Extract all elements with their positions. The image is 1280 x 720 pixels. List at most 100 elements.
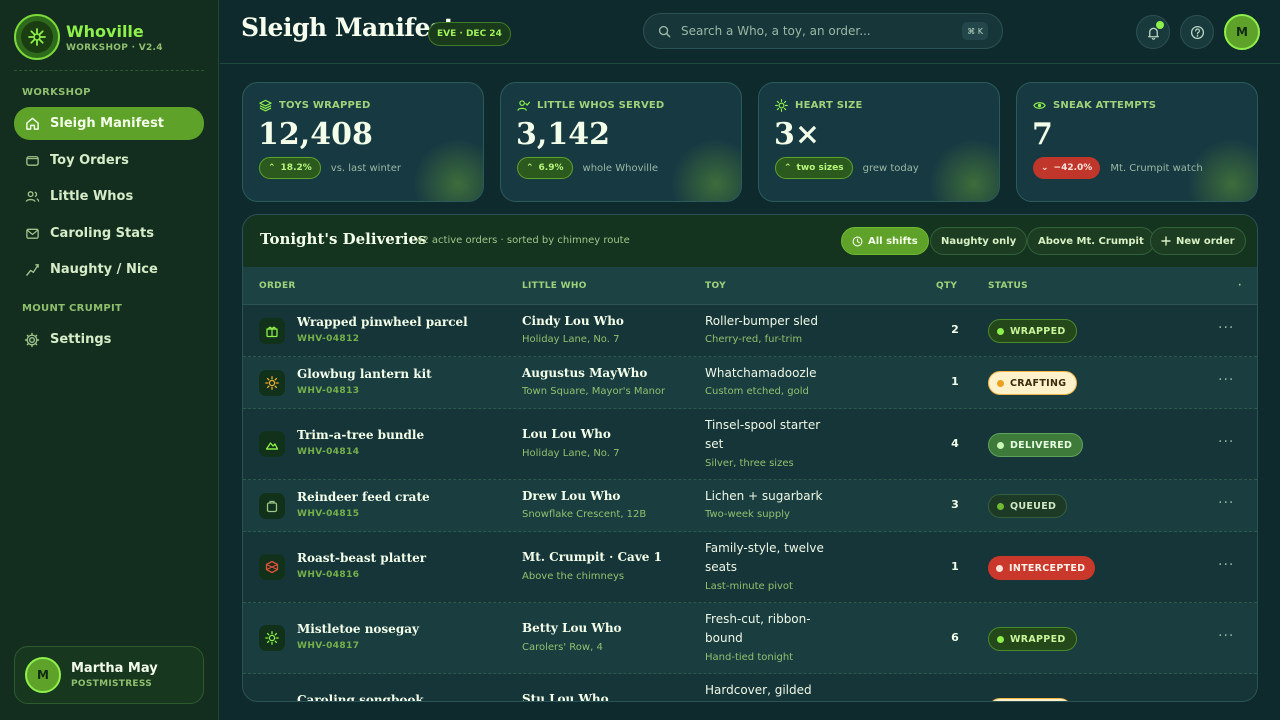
layers-icon [259, 99, 272, 112]
stat-delta: ⌄ −42.0% [1033, 157, 1101, 179]
sidebar-divider [14, 70, 204, 71]
table-row[interactable]: Mistletoe nosegay WHV-04817 Betty Lou Wh… [243, 603, 1257, 674]
table-row[interactable]: Wrapped pinwheel parcel WHV-04812 Cindy … [243, 305, 1257, 357]
plus-icon [1161, 236, 1171, 246]
sidebar-item-toy-orders[interactable]: Toy Orders [14, 144, 204, 177]
row-more-icon[interactable]: ··· [1218, 628, 1234, 644]
brand[interactable]: Whoville WORKSHOP · V2.4 [14, 14, 163, 60]
toy-note: Last-minute pivot [705, 581, 793, 592]
sidebar-item-sleigh-manifest[interactable]: Sleigh Manifest [14, 107, 204, 140]
sidebar-item-caroling-stats[interactable]: Caroling Stats [14, 217, 204, 250]
row-more-icon[interactable]: ··· [1218, 372, 1234, 388]
sidebar-item-little-whos[interactable]: Little Whos [14, 180, 204, 213]
filter-above-mt-crumpit[interactable]: Above Mt. Crumpit [1027, 227, 1155, 255]
status-badge: CRAFTING [988, 371, 1078, 395]
order-id: WHV-04814 [297, 447, 360, 457]
crate-icon [259, 493, 285, 519]
header-avatar[interactable]: M [1224, 14, 1260, 50]
who-name: Cindy Lou Who [522, 314, 624, 328]
column-header-little-who[interactable]: LITTLE WHO [522, 281, 587, 291]
notifications-button[interactable] [1136, 15, 1170, 49]
status-badge: QUEUED [988, 494, 1068, 518]
stat-card-heart-size: HEART SIZE 3× ⌃ two sizes grew today [758, 82, 1000, 202]
table-row[interactable]: Caroling songbook Stu Lou Who Hardcover,… [243, 674, 1257, 702]
quantity: 1 [951, 560, 959, 573]
stat-card-toys-wrapped: TOYS WRAPPED 12,408 ⌃ 18.2% vs. last wint… [242, 82, 484, 202]
section-label-mount-crumpit: MOUNT CRUMPIT [22, 303, 123, 314]
quantity: 1 [951, 375, 959, 388]
toy-note: Cherry-red, fur-trim [705, 334, 803, 345]
who-address: Carolers' Row, 4 [522, 642, 603, 653]
stat-value: 3× [774, 117, 821, 152]
stat-delta: ⌃ 6.9% [517, 157, 573, 179]
who-name: Augustus MayWho [522, 366, 648, 380]
toy-name: Lichen + sugarbark [705, 489, 823, 503]
sidebar-item-settings[interactable]: Settings [14, 323, 204, 356]
brand-logo [14, 14, 60, 60]
search-shortcut: ⌘ K [962, 22, 988, 40]
status-badge: WRAPPED [988, 627, 1077, 651]
search-bar[interactable]: ⌘ K [643, 13, 1003, 49]
column-header-toy[interactable]: TOY [705, 281, 726, 291]
users-icon [24, 189, 40, 205]
clock-icon [852, 236, 863, 247]
quantity: 4 [951, 437, 959, 450]
who-name: Mt. Crumpit · Cave 1 [522, 550, 662, 564]
who-name: Stu Lou Who [522, 692, 609, 702]
stat-value: 12,408 [258, 117, 373, 152]
stat-value: 7 [1032, 117, 1053, 152]
toy-name: Family-style, twelve seats [705, 541, 824, 574]
status-badge: DELIVERED [988, 433, 1084, 457]
sidebar-item-naughty-nice[interactable]: Naughty / Nice [14, 253, 204, 286]
snowflake-icon [28, 28, 46, 46]
row-more-icon[interactable]: ··· [1218, 434, 1234, 450]
user-card[interactable]: M Martha May POSTMISTRESS [14, 646, 204, 704]
notification-dot [1156, 21, 1164, 29]
brand-name: Whoville [66, 21, 144, 41]
quantity: 2 [951, 323, 959, 336]
section-label-workshop: WORKSHOP [22, 87, 91, 98]
column-header-status[interactable]: STATUS [988, 281, 1028, 291]
column-header-order[interactable]: ORDER [259, 281, 296, 291]
who-address: Town Square, Mayor's Manor [522, 386, 666, 397]
row-more-icon[interactable]: ··· [1218, 495, 1234, 511]
home-icon [24, 116, 40, 132]
order-name: Wrapped pinwheel parcel [297, 315, 468, 329]
who-name: Drew Lou Who [522, 489, 621, 503]
filter-all-shifts[interactable]: All shifts [841, 227, 929, 255]
gear-icon [24, 332, 40, 348]
new-order-button[interactable]: New order [1150, 227, 1246, 255]
sidebar: Whoville WORKSHOP · V2.4 WORKSHOP Sleigh… [0, 0, 219, 720]
table-row[interactable]: Glowbug lantern kit WHV-04813 Augustus M… [243, 357, 1257, 409]
stat-note: grew today [862, 162, 919, 174]
status-badge: INTERCEPTED [988, 556, 1096, 580]
user-check-icon [517, 99, 530, 112]
who-name: Betty Lou Who [522, 621, 622, 635]
help-button[interactable] [1180, 15, 1214, 49]
sidebar-item-label: Sleigh Manifest [50, 116, 165, 131]
row-more-icon[interactable]: ··· [1218, 557, 1234, 573]
sun-icon [259, 370, 285, 396]
quantity: 6 [951, 631, 959, 644]
order-name: Roast-beast platter [297, 551, 427, 565]
column-header-qty[interactable]: QTY [936, 281, 957, 291]
search-input[interactable] [681, 24, 951, 38]
toy-name: Tinsel-spool starter set [705, 418, 821, 451]
page-title: Sleigh Manifest [241, 13, 455, 42]
stat-delta: ⌃ two sizes [775, 157, 853, 179]
toy-note: Two-week supply [705, 509, 790, 520]
folder-icon [24, 153, 40, 169]
table-row[interactable]: Roast-beast platter WHV-04816 Mt. Crumpi… [243, 532, 1257, 603]
who-address: Above the chimneys [522, 571, 625, 582]
table-row[interactable]: Reindeer feed crate WHV-04815 Drew Lou W… [243, 480, 1257, 532]
sidebar-item-label: Little Whos [50, 189, 134, 204]
filter-naughty-only[interactable]: Naughty only [930, 227, 1028, 255]
toy-note: Silver, three sizes [705, 458, 794, 469]
sun-icon [775, 99, 788, 112]
tree-icon [259, 431, 285, 457]
order-name: Mistletoe nosegay [297, 622, 419, 636]
table-row[interactable]: Trim-a-tree bundle WHV-04814 Lou Lou Who… [243, 409, 1257, 480]
row-more-icon[interactable]: ··· [1218, 320, 1234, 336]
arrow-up-icon: ⌃ [784, 163, 792, 173]
envelope-icon [24, 226, 40, 242]
